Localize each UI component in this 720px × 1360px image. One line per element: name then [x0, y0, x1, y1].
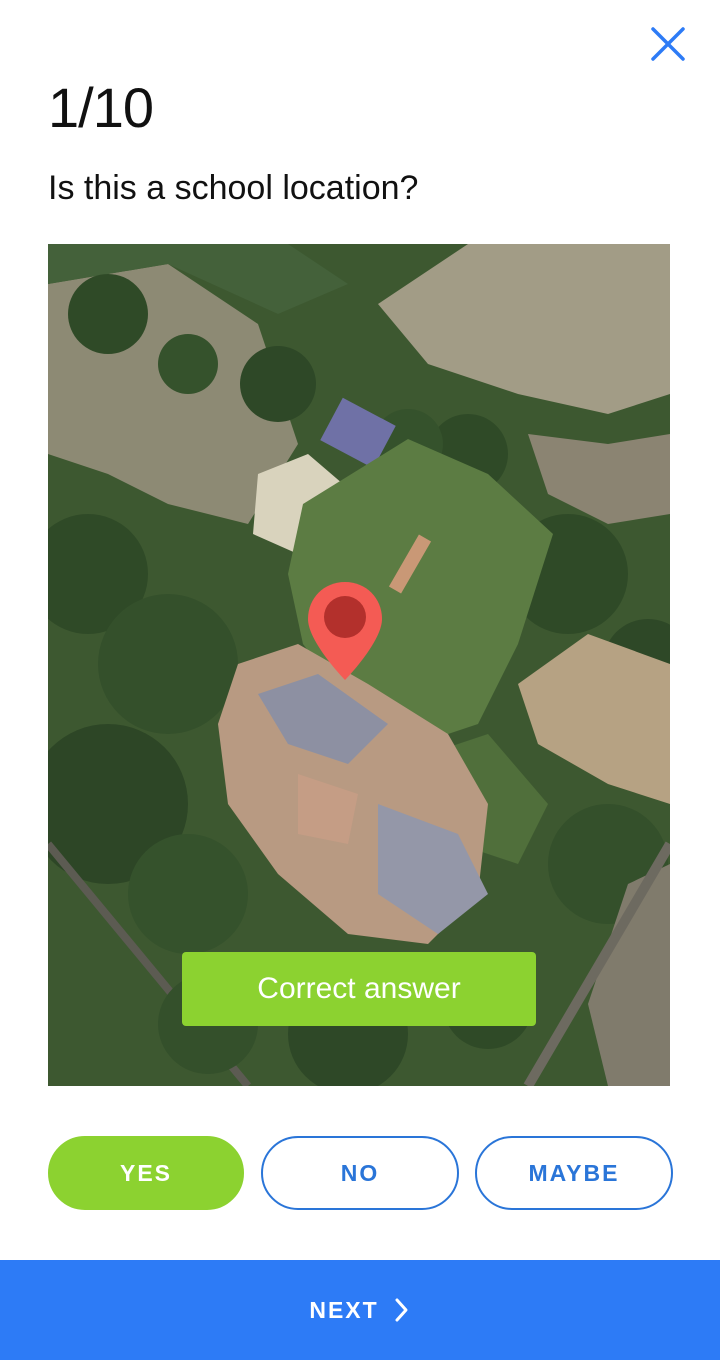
next-label: NEXT — [309, 1297, 379, 1323]
answer-maybe-button[interactable]: MAYBE — [475, 1136, 673, 1210]
close-icon — [651, 27, 685, 61]
map-pin — [306, 580, 384, 682]
question-progress: 1/10 — [48, 76, 154, 139]
map-pin-icon — [308, 582, 382, 680]
next-button[interactable]: NEXT — [0, 1260, 720, 1360]
answer-no-button[interactable]: NO — [261, 1136, 459, 1210]
satellite-map: Correct answer — [48, 244, 670, 1086]
question-text: Is this a school location? — [48, 169, 419, 207]
close-button[interactable] — [646, 22, 690, 66]
answer-options: YES NO MAYBE — [48, 1136, 673, 1210]
chevron-right-icon — [391, 1297, 411, 1323]
answer-yes-button[interactable]: YES — [48, 1136, 244, 1210]
feedback-banner: Correct answer — [182, 952, 536, 1026]
